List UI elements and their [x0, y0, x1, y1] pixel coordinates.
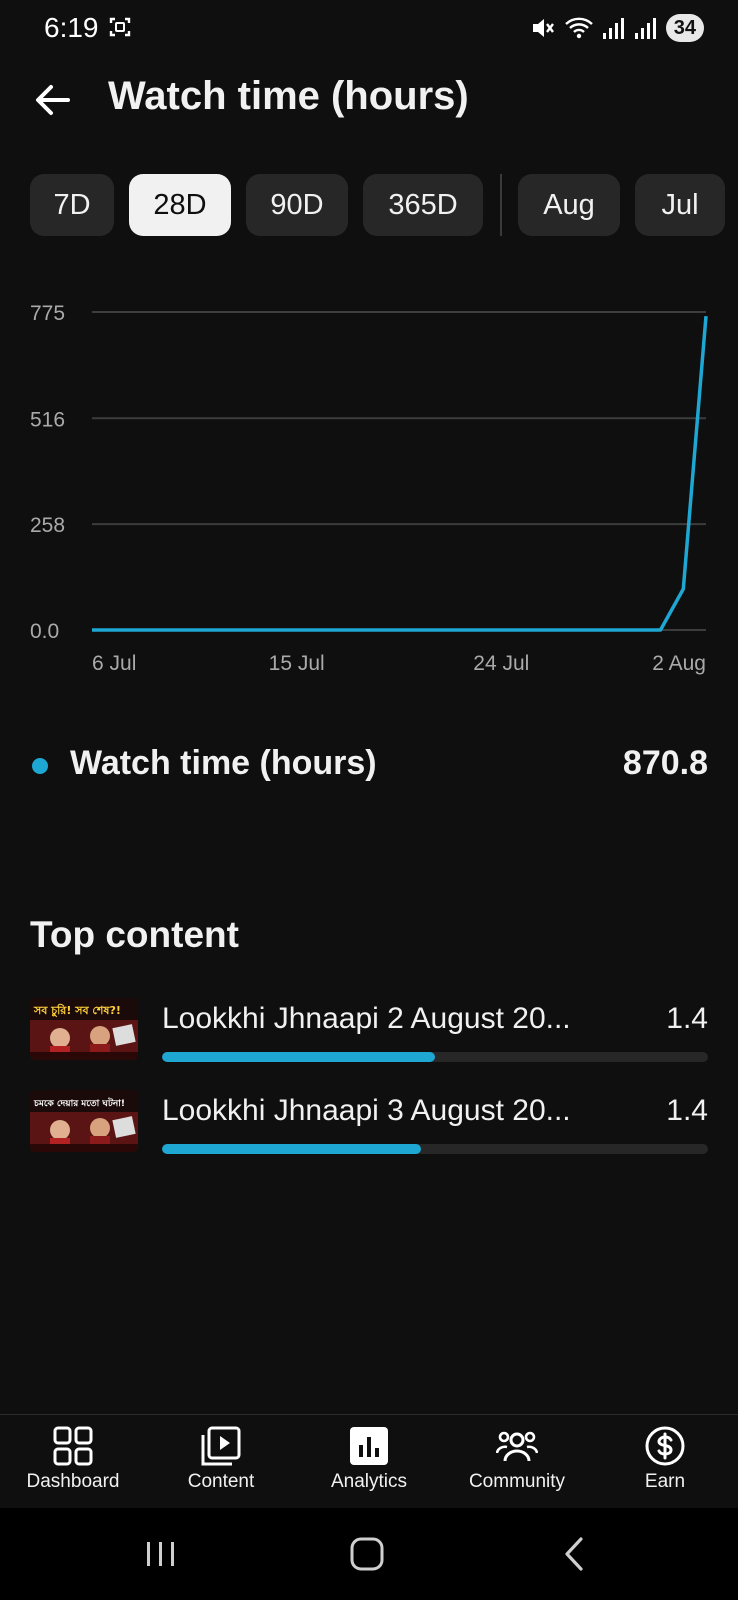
legend-total-value: 870.8 [622, 744, 708, 782]
share-bar [162, 1144, 708, 1154]
x-tick-label: 24 Jul [473, 652, 529, 675]
video-value: 1.4 [666, 1094, 708, 1127]
nav-label: Analytics [330, 1471, 408, 1492]
video-thumbnail: সব চুরি! সব শেষ?! [30, 998, 138, 1060]
y-tick-label: 258 [30, 514, 65, 537]
bottom-navigation: Dashboard Content Analytics Community Ea… [0, 1414, 738, 1508]
top-content-item[interactable]: সব চুরি! সব শেষ?! Lookkhi Jhnaapi 2 Augu… [30, 998, 708, 1068]
community-icon [496, 1431, 538, 1462]
nav-label: Earn [644, 1471, 686, 1492]
x-tick-label: 2 Aug [652, 652, 706, 675]
wifi-icon [564, 17, 593, 39]
share-bar-fill [162, 1052, 435, 1062]
nav-content[interactable]: Content [148, 1425, 294, 1505]
mute-icon [532, 19, 554, 37]
chip-365d[interactable]: 365D [363, 174, 483, 236]
legend-dot [32, 758, 48, 774]
chip-28d[interactable]: 28D [129, 174, 231, 236]
top-content-item[interactable]: চমকে দেয়ার মতো ঘটনা! Lookkhi Jhnaapi 3 … [30, 1090, 708, 1160]
period-chips: 7D 28D 90D 365D Aug Jul [30, 174, 725, 236]
chip-7d[interactable]: 7D [30, 174, 114, 236]
home-icon[interactable] [347, 1534, 387, 1574]
system-back-icon[interactable] [555, 1534, 595, 1574]
header: Watch time (hours) [0, 60, 738, 136]
status-time: 6:19 [44, 12, 99, 43]
share-bar [162, 1052, 708, 1062]
screenshot-icon [109, 17, 131, 37]
arrow-left-icon [36, 85, 70, 115]
x-tick-label: 6 Jul [92, 652, 136, 675]
earn-icon [645, 1426, 685, 1466]
video-title: Lookkhi Jhnaapi 2 August 20... [162, 1002, 571, 1035]
x-tick-label: 15 Jul [269, 652, 325, 675]
recent-apps-icon[interactable] [141, 1534, 181, 1574]
status-bar: 6:19 34 [0, 0, 738, 56]
top-content-title: Top content [30, 914, 239, 955]
nav-label: Community [468, 1471, 566, 1492]
chip-aug[interactable]: Aug [518, 174, 620, 236]
svg-text:সব চুরি! সব শেষ?!: সব চুরি! সব শেষ?! [33, 1003, 121, 1018]
nav-label: Dashboard [26, 1471, 120, 1492]
chart-legend: Watch time (hours) 870.8 [30, 740, 708, 790]
signal-icon [602, 18, 624, 39]
nav-earn[interactable]: Earn [592, 1425, 738, 1505]
video-value: 1.4 [666, 1002, 708, 1035]
legend-label: Watch time (hours) [70, 744, 377, 782]
page-title: Watch time (hours) [108, 74, 469, 118]
y-tick-label: 0.0 [30, 620, 59, 643]
chip-90d[interactable]: 90D [246, 174, 348, 236]
content-icon [201, 1426, 241, 1466]
dashboard-icon [53, 1426, 93, 1466]
analytics-icon [350, 1427, 388, 1465]
chip-divider [500, 174, 502, 236]
y-tick-label: 516 [30, 408, 65, 431]
chip-jul[interactable]: Jul [635, 174, 725, 236]
share-bar-fill [162, 1144, 422, 1154]
video-title: Lookkhi Jhnaapi 3 August 20... [162, 1094, 571, 1127]
y-tick-label: 775 [30, 302, 65, 325]
nav-community[interactable]: Community [444, 1425, 590, 1505]
nav-label: Content [187, 1471, 255, 1492]
nav-analytics[interactable]: Analytics [296, 1425, 442, 1505]
series-line [92, 315, 708, 632]
back-button[interactable] [28, 76, 76, 124]
video-thumbnail: চমকে দেয়ার মতো ঘটনা! [30, 1090, 138, 1152]
nav-dashboard[interactable]: Dashboard [0, 1425, 146, 1505]
signal-icon [634, 18, 656, 39]
watch-time-chart[interactable]: 0.0 258 516 775 6 Jul 15 Jul 24 Jul 2 Aug [0, 290, 738, 680]
battery-indicator: 34 [665, 14, 704, 42]
system-navigation-bar [0, 1508, 738, 1600]
